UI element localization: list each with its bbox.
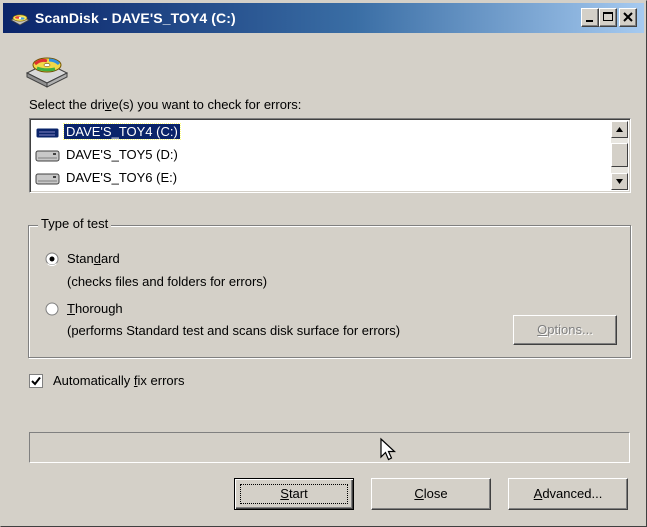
scroll-up-button[interactable] <box>611 121 628 138</box>
autofix-label: Automatically fix errors <box>53 373 185 388</box>
drive-label: DAVE'S_TOY5 (D:) <box>66 147 178 162</box>
minimize-icon <box>586 20 593 22</box>
hard-drive-icon <box>35 150 60 162</box>
hard-drive-icon <box>35 127 60 139</box>
test-type-title: Type of test <box>38 216 112 231</box>
radio-button-checked-icon[interactable] <box>45 252 59 266</box>
progress-bar <box>29 432 630 463</box>
drive-list-scrollbar[interactable] <box>611 121 628 190</box>
mouse-cursor-icon <box>380 437 397 461</box>
drive-item-e[interactable]: DAVE'S_TOY6 (E:) <box>34 168 594 189</box>
close-icon <box>623 12 633 22</box>
drive-item-d[interactable]: DAVE'S_TOY5 (D:) <box>34 145 594 166</box>
drive-label: DAVE'S_TOY4 (C:) <box>63 123 181 140</box>
checkbox-checked-icon[interactable] <box>29 374 43 388</box>
scroll-down-button[interactable] <box>611 173 628 190</box>
maximize-icon <box>603 12 613 21</box>
close-window-button[interactable] <box>619 8 637 27</box>
window-title: ScanDisk - DAVE'S_TOY4 (C:) <box>35 10 236 26</box>
scroll-thumb[interactable] <box>611 143 628 167</box>
arrow-down-icon <box>616 179 623 184</box>
options-button[interactable]: Options... <box>513 315 617 345</box>
scandisk-window: ScanDisk - DAVE'S_TOY4 (C:) Select the d… <box>0 0 647 527</box>
advanced-button[interactable]: Advanced... <box>508 478 628 510</box>
thorough-description: (performs Standard test and scans disk s… <box>67 323 401 338</box>
title-bar[interactable]: ScanDisk - DAVE'S_TOY4 (C:) <box>3 3 644 33</box>
radio-standard-label: Standard <box>67 251 120 266</box>
standard-description: (checks files and folders for errors) <box>67 274 268 289</box>
close-button[interactable]: Close <box>371 478 491 510</box>
drive-prompt-label: Select the drive(s) you want to check fo… <box>29 97 302 112</box>
arrow-up-icon <box>616 127 623 132</box>
scandisk-large-icon <box>25 57 69 88</box>
drive-list[interactable]: DAVE'S_TOY4 (C:) DAVE'S_TOY5 (D:) DAVE'S… <box>29 118 631 193</box>
start-button[interactable]: Start <box>234 478 354 510</box>
radio-button-icon[interactable] <box>45 302 59 316</box>
drive-item-c[interactable]: DAVE'S_TOY4 (C:) <box>34 122 594 143</box>
minimize-button[interactable] <box>581 8 599 27</box>
drive-label: DAVE'S_TOY6 (E:) <box>66 170 178 185</box>
hard-drive-icon <box>35 173 60 185</box>
radio-thorough-label: Thorough <box>67 301 123 316</box>
scandisk-icon <box>10 14 30 26</box>
maximize-button[interactable] <box>599 8 617 27</box>
